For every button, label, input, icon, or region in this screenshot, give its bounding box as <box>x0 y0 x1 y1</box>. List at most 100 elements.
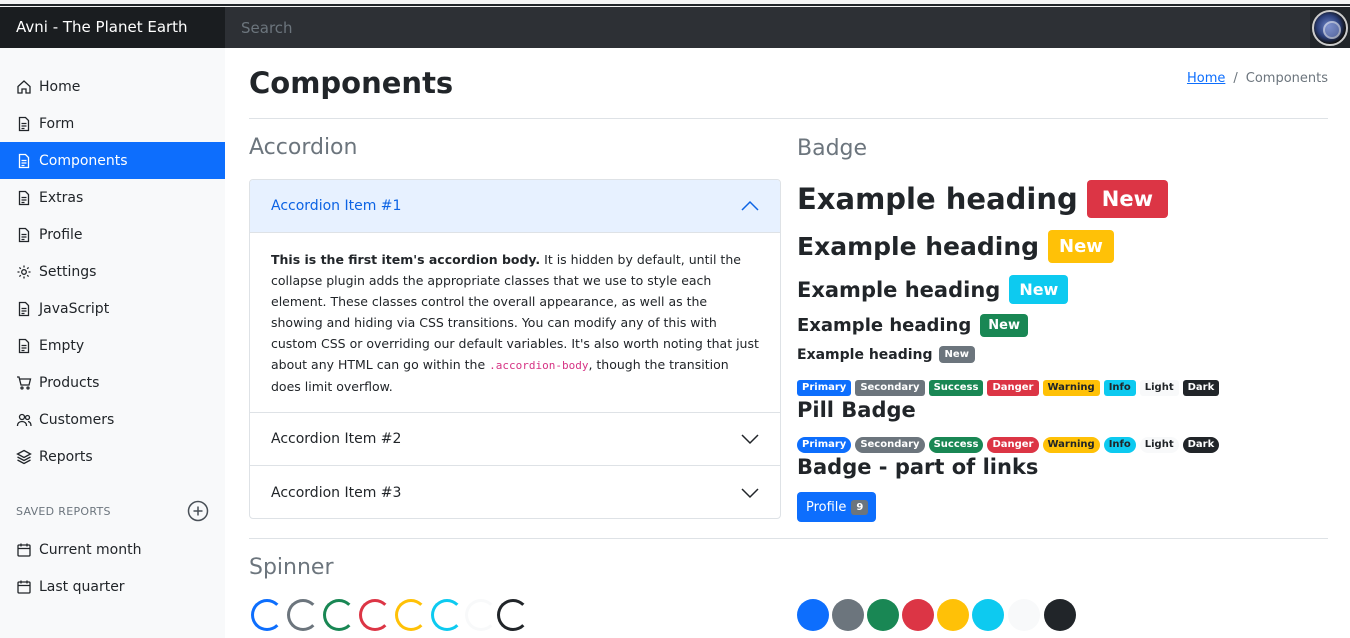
badge-heading-h3: Example heading New <box>797 275 1069 304</box>
avatar[interactable] <box>1312 10 1348 46</box>
sidebar-item-products[interactable]: Products <box>0 364 225 401</box>
accordion-item-label: Accordion Item #1 <box>271 198 402 214</box>
spinner-grow-light <box>1008 599 1040 631</box>
cart-icon <box>17 375 32 390</box>
home-icon <box>17 79 31 94</box>
sidebar: Home Form Components Extras Profile Sett… <box>0 48 225 638</box>
badge-heading-h2: Example heading New <box>797 230 1114 263</box>
pill-badge-dark: Dark <box>1182 437 1220 453</box>
profile-button[interactable]: Profile 9 <box>797 492 877 522</box>
chevron-up-icon <box>741 200 759 211</box>
accordion-body-code: .accordion-body <box>489 359 589 372</box>
example-heading: Example heading <box>797 277 1001 302</box>
pill-badge-primary: Primary <box>797 437 852 453</box>
spinner-grow-success <box>867 599 899 631</box>
pill-badge-success: Success <box>928 437 984 453</box>
calendar-icon <box>17 543 31 557</box>
saved-report-current-month[interactable]: Current month <box>0 531 225 568</box>
calendar-icon <box>17 580 31 594</box>
new-badge: New <box>980 314 1028 337</box>
sidebar-item-profile[interactable]: Profile <box>0 216 225 253</box>
spinner-grow-primary <box>797 599 829 631</box>
search-input[interactable] <box>225 7 1310 48</box>
spinner-grow-danger <box>902 599 934 631</box>
document-icon <box>18 227 30 242</box>
badge-danger: Danger <box>987 380 1039 396</box>
new-badge: New <box>938 346 975 363</box>
sidebar-item-label: Settings <box>39 263 97 280</box>
sidebar-item-components[interactable]: Components <box>0 142 225 179</box>
accordion-item-2-header[interactable]: Accordion Item #2 <box>250 413 780 466</box>
new-badge: New <box>1086 180 1168 218</box>
badge-light: Light <box>1139 380 1179 396</box>
spinner-border-success <box>323 599 355 631</box>
badge-secondary: Secondary <box>855 380 925 396</box>
document-icon <box>18 190 30 205</box>
spinner-border-light <box>465 599 497 631</box>
sidebar-item-label: Empty <box>39 337 85 354</box>
saved-reports-title: SAVED REPORTS <box>16 504 111 518</box>
pill-badge-variants: Primary Secondary Success Danger Warning… <box>797 437 1220 453</box>
accordion-body-text: It is hidden by default, until the colla… <box>271 252 759 372</box>
badge-success: Success <box>928 380 984 396</box>
spinner-grow-dark <box>1044 599 1076 631</box>
badge-warning: Warning <box>1042 380 1100 396</box>
example-heading: Example heading <box>797 346 933 363</box>
document-icon <box>18 116 30 131</box>
accordion-item-3-header[interactable]: Accordion Item #3 <box>250 466 780 518</box>
accordion-section-title: Accordion <box>249 135 358 160</box>
brand-title[interactable]: Avni - The Planet Earth <box>0 7 225 48</box>
badge-section-title: Badge <box>797 136 868 161</box>
sidebar-item-home[interactable]: Home <box>0 68 225 105</box>
profile-count-badge: 9 <box>851 499 869 515</box>
sidebar-item-label: Current month <box>39 541 142 558</box>
badge-primary: Primary <box>797 380 852 396</box>
sidebar-item-settings[interactable]: Settings <box>0 253 225 290</box>
sidebar-item-label: Extras <box>39 189 84 206</box>
saved-report-last-quarter[interactable]: Last quarter <box>0 568 225 605</box>
sidebar-item-empty[interactable]: Empty <box>0 327 225 364</box>
pill-badge-info: Info <box>1103 437 1136 453</box>
example-heading: Example heading <box>797 182 1078 216</box>
spinner-section-title: Spinner <box>249 555 334 580</box>
chevron-down-icon <box>741 434 759 445</box>
sidebar-item-label: Products <box>39 374 100 391</box>
pill-badge-warning: Warning <box>1042 437 1100 453</box>
spinner-grow-info <box>972 599 1004 631</box>
divider <box>249 538 1328 539</box>
spinner-border-secondary <box>287 599 319 631</box>
sidebar-item-reports[interactable]: Reports <box>0 438 225 475</box>
spinner-border-info <box>431 599 463 631</box>
spinner-border-danger <box>359 599 391 631</box>
spinner-grow-warning <box>937 599 969 631</box>
top-navbar: Avni - The Planet Earth <box>0 0 1350 48</box>
sidebar-item-extras[interactable]: Extras <box>0 179 225 216</box>
plus-circle-icon[interactable] <box>187 500 209 522</box>
sidebar-item-label: Profile <box>39 226 83 243</box>
accordion-item-label: Accordion Item #3 <box>271 484 402 501</box>
accordion-item-1-header[interactable]: Accordion Item #1 <box>250 180 780 233</box>
profile-button-label: Profile <box>806 499 847 515</box>
sidebar-item-javascript[interactable]: JavaScript <box>0 290 225 327</box>
sidebar-item-label: Form <box>39 115 75 132</box>
badge-heading-h1: Example heading New <box>797 180 1168 218</box>
sidebar-item-label: Last quarter <box>39 578 125 595</box>
spinner-grow-secondary <box>832 599 864 631</box>
sidebar-item-form[interactable]: Form <box>0 105 225 142</box>
layers-icon <box>16 449 32 464</box>
badge-heading-h5: Example heading New <box>797 346 975 363</box>
new-badge: New <box>1048 230 1114 263</box>
badge-heading-h4: Example heading New <box>797 314 1028 337</box>
sidebar-item-customers[interactable]: Customers <box>0 401 225 438</box>
spinner-border-primary <box>251 599 283 631</box>
badge-links-title: Badge - part of links <box>797 455 1039 479</box>
pill-badge-title: Pill Badge <box>797 398 916 422</box>
document-icon <box>18 153 30 168</box>
accordion: Accordion Item #1 This is the first item… <box>249 179 781 519</box>
users-icon <box>16 413 32 426</box>
sidebar-item-label: JavaScript <box>39 300 110 317</box>
sidebar-item-label: Home <box>39 78 81 95</box>
sidebar-item-label: Reports <box>39 448 93 465</box>
badge-section: Badge Example heading New Example headin… <box>797 48 1328 538</box>
document-icon <box>18 301 30 316</box>
